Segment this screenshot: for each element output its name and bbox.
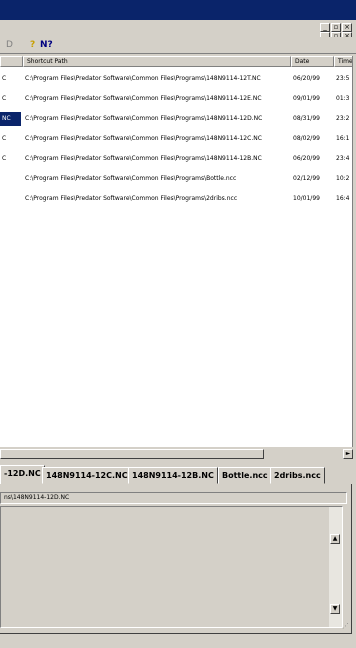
shortcut-list[interactable]: Shortcut Path Date Time C C:\Program File… — [0, 56, 353, 447]
toolbar-button-nav[interactable]: D — [6, 39, 13, 52]
row-time-cell: 16:4 — [336, 195, 350, 202]
row-time-cell: 23:5 — [336, 75, 350, 82]
tab-12c[interactable]: 148N9114-12C.NC — [42, 467, 132, 484]
row-date-cell: 06/20/99 — [293, 75, 320, 82]
row-date-cell: 08/02/99 — [293, 135, 320, 142]
tab-page: ns\148N9114-12D.NC ▲ ▼ ⋰ — [0, 484, 352, 634]
context-help-icon[interactable]: N? — [40, 39, 53, 52]
minimize-icon[interactable]: _ — [320, 23, 330, 32]
close-icon[interactable]: × — [342, 23, 352, 32]
column-header-shortcut-path[interactable]: Shortcut Path — [23, 56, 291, 67]
row-time-cell: 10:2 — [336, 175, 350, 182]
table-row[interactable]: C:\Program Files\Predator Software\Commo… — [0, 192, 352, 206]
tab-2dribs[interactable]: 2dribs.ncc — [270, 467, 325, 484]
row-date-cell: 09/01/99 — [293, 95, 320, 102]
row-path-cell: C:\Program Files\Predator Software\Commo… — [25, 75, 261, 82]
code-editor[interactable]: ▲ ▼ — [0, 506, 343, 628]
table-row[interactable]: C C:\Program Files\Predator Software\Comm… — [0, 152, 352, 166]
row-time-cell: 23:4 — [336, 155, 350, 162]
tab-bottle[interactable]: Bottle.ncc — [218, 467, 272, 484]
menu-bar — [0, 20, 356, 36]
file-tabs: -12D.NC 148N9114-12C.NC 148N9114-12B.NC … — [0, 465, 356, 485]
vertical-scrollbar[interactable]: ▲ ▼ — [329, 507, 342, 627]
table-row[interactable]: C C:\Program Files\Predator Software\Comm… — [0, 92, 352, 106]
table-row[interactable]: C C:\Program Files\Predator Software\Comm… — [0, 72, 352, 86]
title-bar — [0, 0, 356, 20]
column-header-name[interactable] — [0, 56, 23, 67]
tab-12d[interactable]: -12D.NC — [0, 465, 45, 485]
help-icon[interactable]: ? — [30, 39, 35, 52]
row-date-cell: 10/01/99 — [293, 195, 320, 202]
list-header: Shortcut Path Date Time — [0, 56, 352, 67]
row-path-cell: C:\Program Files\Predator Software\Commo… — [25, 95, 262, 102]
row-path-cell: C:\Program Files\Predator Software\Commo… — [25, 175, 237, 182]
toolbar: D ? N? — [0, 37, 356, 54]
table-row[interactable]: C C:\Program Files\Predator Software\Comm… — [0, 132, 352, 146]
row-path-cell: C:\Program Files\Predator Software\Commo… — [25, 135, 262, 142]
row-date-cell: 02/12/99 — [293, 175, 320, 182]
row-time-cell: 01:3 — [336, 95, 350, 102]
tab-12b[interactable]: 148N9114-12B.NC — [128, 467, 218, 484]
row-name-cell[interactable]: NC — [0, 112, 21, 126]
row-path-cell: C:\Program Files\Predator Software\Commo… — [25, 115, 263, 122]
row-name-cell[interactable]: C — [0, 72, 21, 86]
row-name-cell[interactable]: C — [0, 92, 21, 106]
row-time-cell: 16:1 — [336, 135, 350, 142]
table-row[interactable]: NC C:\Program Files\Predator Software\Com… — [0, 112, 352, 126]
resize-grip-icon[interactable]: ⋰ — [342, 622, 349, 630]
column-header-date[interactable]: Date — [291, 56, 334, 67]
row-date-cell: 08/31/99 — [293, 115, 320, 122]
row-time-cell: 23:2 — [336, 115, 350, 122]
horizontal-scrollbar[interactable]: ► — [0, 449, 353, 459]
row-path-cell: C:\Program Files\Predator Software\Commo… — [25, 195, 238, 202]
row-name-cell[interactable]: C — [0, 152, 21, 166]
scroll-down-icon[interactable]: ▼ — [330, 604, 340, 614]
column-header-time[interactable]: Time — [334, 56, 352, 67]
window-controls: _ ▫ × _ ▫ × — [320, 23, 354, 41]
row-name-cell[interactable]: C — [0, 132, 21, 146]
scroll-right-icon[interactable]: ► — [343, 449, 353, 459]
row-date-cell: 06/20/99 — [293, 155, 320, 162]
scroll-up-icon[interactable]: ▲ — [330, 534, 340, 544]
table-row[interactable]: C:\Program Files\Predator Software\Commo… — [0, 172, 352, 186]
row-path-cell: C:\Program Files\Predator Software\Commo… — [25, 155, 262, 162]
file-path-field: ns\148N9114-12D.NC — [0, 492, 347, 504]
restore-icon[interactable]: ▫ — [331, 23, 341, 32]
scroll-thumb[interactable] — [0, 449, 264, 459]
